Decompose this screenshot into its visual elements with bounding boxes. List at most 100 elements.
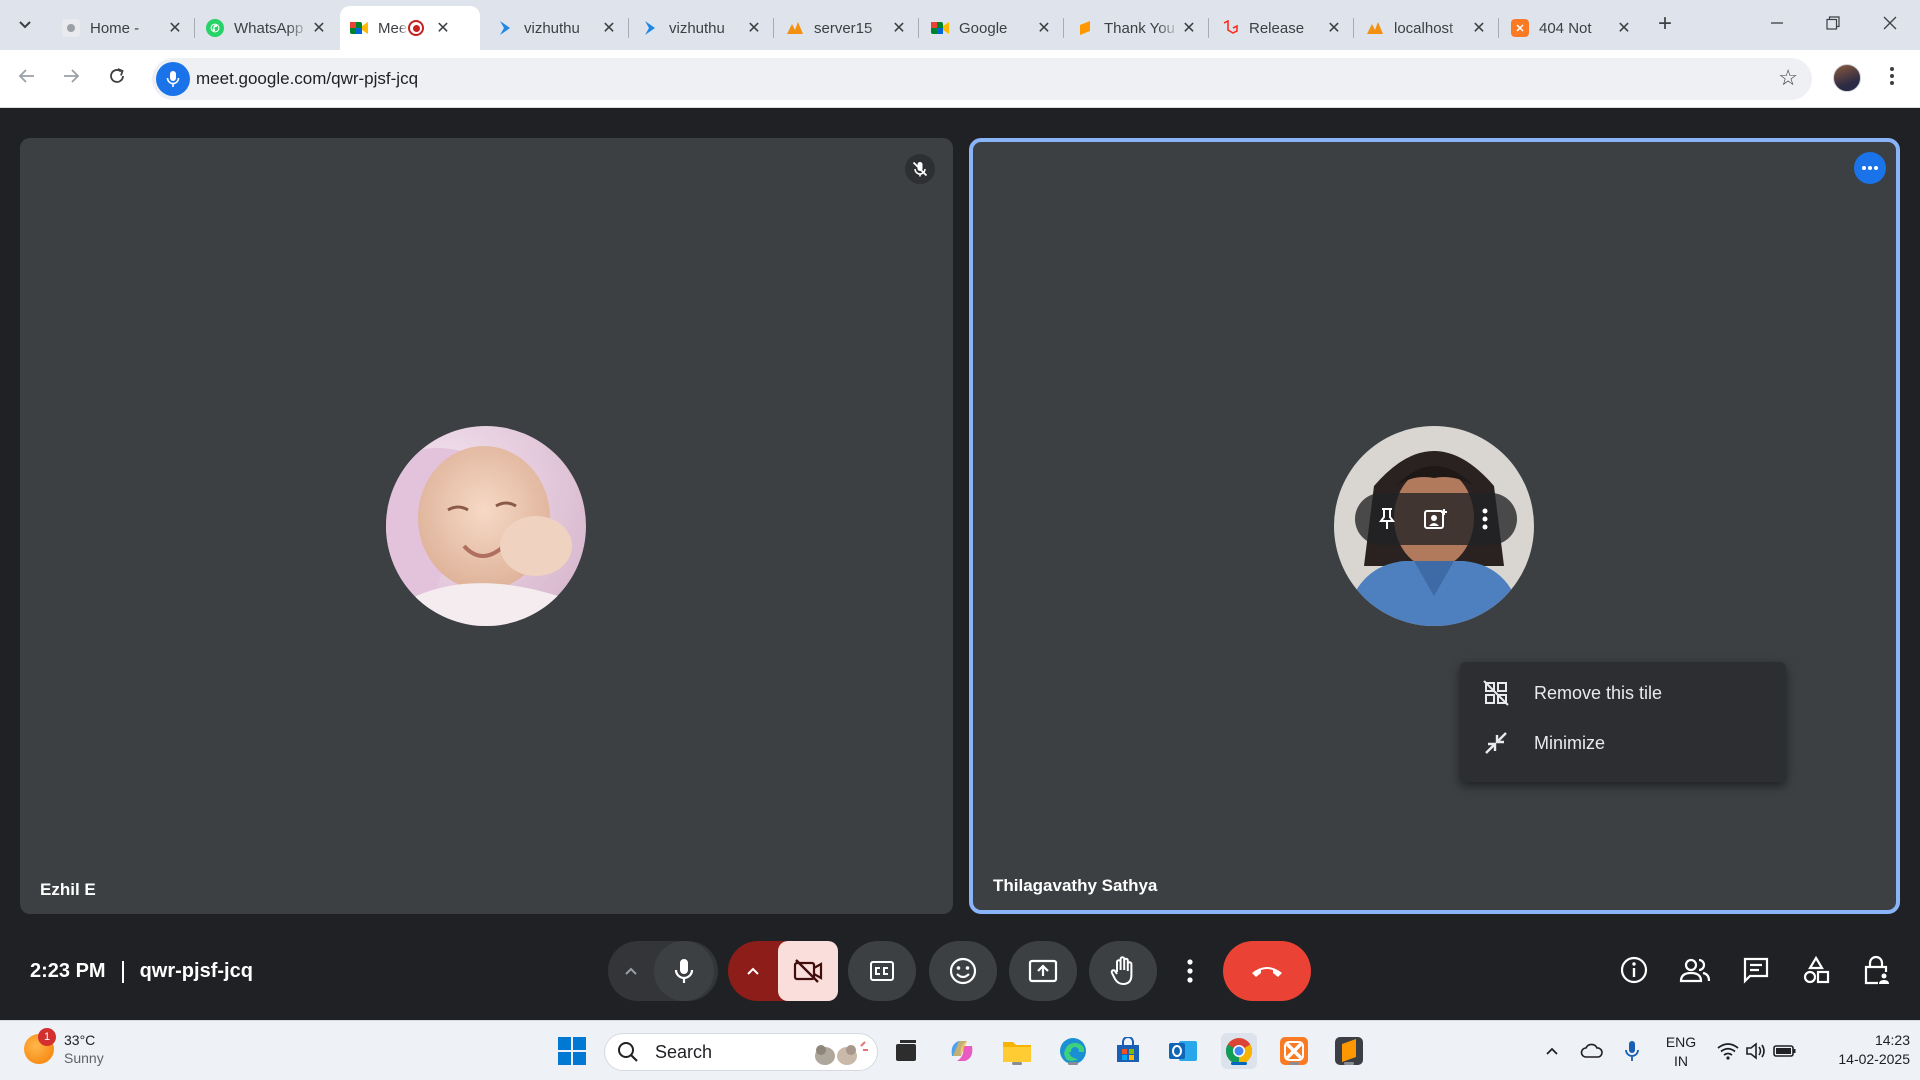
present-screen-button[interactable] <box>1009 941 1077 1001</box>
tab-google-meet[interactable]: Google ✕ <box>921 6 1063 50</box>
captions-button[interactable] <box>848 941 916 1001</box>
menu-item-label: Minimize <box>1534 732 1606 753</box>
more-options-button[interactable] <box>1169 941 1211 1001</box>
host-controls-button[interactable] <box>1852 946 1900 994</box>
battery-icon <box>1773 1045 1796 1057</box>
weather-widget[interactable]: 1 33°C Sunny <box>24 1028 104 1067</box>
audio-control-group <box>608 941 718 1001</box>
tab-close-icon[interactable]: ✕ <box>745 18 763 38</box>
tab-meet[interactable]: Meet ✕ <box>340 6 480 50</box>
participant-tile-focused[interactable]: Thilagavathy Sathya <box>969 138 1900 914</box>
minimize-window-button[interactable] <box>1757 8 1797 40</box>
tab-close-icon[interactable]: ✕ <box>1325 18 1343 38</box>
forward-button[interactable] <box>56 64 86 94</box>
more-options-icon[interactable] <box>1854 152 1886 184</box>
tab-close-icon[interactable]: ✕ <box>166 18 184 38</box>
copilot-icon <box>951 1041 973 1061</box>
leave-call-button[interactable] <box>1223 941 1311 1001</box>
meet-icon <box>931 19 949 37</box>
folder-icon <box>1003 1042 1031 1062</box>
tab-home[interactable]: Home - ​ ✕ <box>52 6 194 50</box>
microphone-button[interactable] <box>654 941 714 1001</box>
tab-close-icon[interactable]: ✕ <box>434 18 452 38</box>
bookmark-star-icon[interactable]: ☆ <box>1778 66 1798 90</box>
minimize-tile-menu-item[interactable]: Minimize <box>1460 718 1786 768</box>
tab-label: WhatsApp <box>234 19 304 37</box>
tab-404[interactable]: ✕ 404 Not ✕ <box>1501 6 1643 50</box>
remove-tile-menu-item[interactable]: Remove this tile <box>1460 668 1786 718</box>
participant-tile[interactable]: Ezhil E <box>20 138 953 914</box>
chrome-menu-button[interactable] <box>1880 64 1904 94</box>
tab-vizhuthu-2[interactable]: vizhuthu ✕ <box>631 6 773 50</box>
chat-button[interactable] <box>1732 946 1780 994</box>
input-language-indicator[interactable]: ENG IN <box>1662 1033 1700 1071</box>
store-icon <box>1117 1037 1139 1062</box>
tab-release[interactable]: Release ✕ <box>1211 6 1353 50</box>
tab-close-icon[interactable]: ✕ <box>310 18 328 38</box>
tile-more-options-button[interactable] <box>1465 499 1505 539</box>
back-button[interactable] <box>12 64 42 94</box>
tab-label: server15 <box>814 19 873 37</box>
start-button[interactable] <box>554 1033 590 1069</box>
outlook-button[interactable] <box>1165 1033 1201 1069</box>
divider <box>121 960 124 983</box>
address-bar[interactable]: meet.google.com/qwr-pjsf-jcq ☆ <box>152 58 1812 100</box>
browser-tab-strip: Home - ​ ✕ ✆ WhatsApp ✕ Meet ✕ vizhuthu … <box>0 0 1920 50</box>
chrome-button[interactable] <box>1221 1033 1257 1069</box>
tab-server15[interactable]: server15 ✕ <box>776 6 918 50</box>
url-text[interactable]: meet.google.com/qwr-pjsf-jcq <box>196 69 418 89</box>
video-options-button[interactable] <box>728 941 778 1001</box>
tab-thank-you[interactable]: Thank You ✕ <box>1066 6 1208 50</box>
audio-options-button[interactable] <box>608 941 654 1001</box>
muted-mic-icon <box>905 154 935 184</box>
edge-button[interactable] <box>1055 1033 1091 1069</box>
tab-close-icon[interactable]: ✕ <box>1470 18 1488 38</box>
tab-whatsapp[interactable]: ✆ WhatsApp ✕ <box>196 6 338 50</box>
reload-button[interactable] <box>102 64 132 94</box>
more-vert-icon <box>1890 67 1894 85</box>
clock[interactable]: 14:23 14-02-2025 <box>1810 1031 1910 1069</box>
onedrive-button[interactable] <box>1575 1033 1609 1069</box>
show-hidden-icons-button[interactable] <box>1535 1033 1569 1069</box>
quick-settings-button[interactable] <box>1712 1033 1802 1069</box>
active-indicator <box>1231 1062 1247 1065</box>
pin-button[interactable] <box>1367 499 1407 539</box>
microphone-tray-button[interactable] <box>1615 1033 1649 1069</box>
meeting-details-button[interactable] <box>1610 946 1658 994</box>
camera-button[interactable] <box>778 941 838 1001</box>
reactions-button[interactable] <box>929 941 997 1001</box>
tab-label: Home - ​ <box>90 19 144 37</box>
weather-condition: Sunny <box>64 1050 104 1066</box>
task-view-button[interactable] <box>888 1033 924 1069</box>
tab-close-icon[interactable]: ✕ <box>1615 18 1633 38</box>
xampp-button[interactable] <box>1276 1033 1312 1069</box>
tab-close-icon[interactable]: ✕ <box>1035 18 1053 38</box>
microphone-in-use-icon[interactable] <box>156 62 190 96</box>
taskbar-search-box[interactable]: Search <box>604 1033 878 1071</box>
tab-search-button[interactable] <box>10 11 40 39</box>
tab-vizhuthu-1[interactable]: vizhuthu ✕ <box>486 6 628 50</box>
sublime-text-button[interactable] <box>1331 1033 1367 1069</box>
sun-icon: 1 <box>24 1028 56 1064</box>
more-vert-icon <box>1187 959 1193 983</box>
meeting-code[interactable]: qwr-pjsf-jcq <box>140 960 253 983</box>
video-control-group <box>728 941 838 1001</box>
restore-window-button[interactable] <box>1813 8 1853 40</box>
tab-close-icon[interactable]: ✕ <box>600 18 618 38</box>
raise-hand-button[interactable] <box>1089 941 1157 1001</box>
people-button[interactable] <box>1671 946 1719 994</box>
frame-person-button[interactable] <box>1416 499 1456 539</box>
profile-avatar[interactable] <box>1833 64 1861 92</box>
tab-close-icon[interactable]: ✕ <box>1180 18 1198 38</box>
wifi-icon <box>1717 1043 1739 1060</box>
file-explorer-button[interactable] <box>999 1033 1035 1069</box>
chevron-up-icon <box>625 967 637 975</box>
tab-localhost[interactable]: localhost ✕ <box>1356 6 1498 50</box>
microsoft-store-button[interactable] <box>1110 1033 1146 1069</box>
new-tab-button[interactable]: + <box>1652 12 1678 38</box>
tab-close-icon[interactable]: ✕ <box>890 18 908 38</box>
copilot-button[interactable] <box>944 1033 980 1069</box>
close-window-button[interactable] <box>1870 8 1910 40</box>
activities-button[interactable] <box>1792 946 1840 994</box>
tab-divider <box>1063 18 1064 38</box>
